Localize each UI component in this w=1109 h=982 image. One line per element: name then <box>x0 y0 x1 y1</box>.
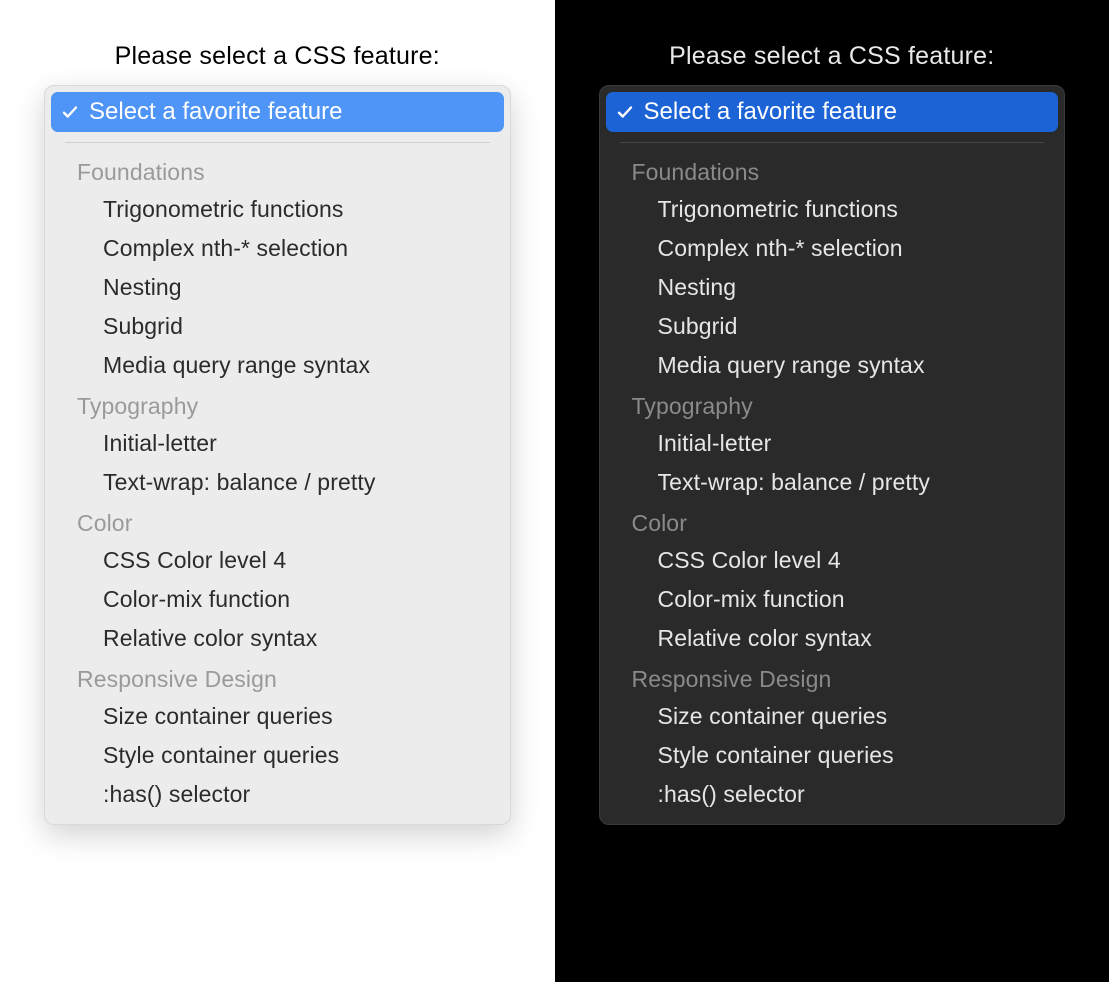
select-option[interactable]: CSS Color level 4 <box>606 541 1059 580</box>
check-icon <box>616 103 634 121</box>
selected-option-label: Select a favorite feature <box>644 98 897 126</box>
select-option[interactable]: Nesting <box>606 268 1059 307</box>
selected-option-row[interactable]: Select a favorite feature <box>606 92 1059 132</box>
select-option[interactable]: Color-mix function <box>606 580 1059 619</box>
select-option[interactable]: Text-wrap: balance / pretty <box>606 463 1059 502</box>
prompt-label: Please select a CSS feature: <box>669 42 994 71</box>
select-option[interactable]: Initial-letter <box>51 424 504 463</box>
select-dropdown-popup[interactable]: Select a favorite feature FoundationsTri… <box>599 85 1066 825</box>
select-option[interactable]: Relative color syntax <box>51 619 504 658</box>
separator <box>620 142 1045 143</box>
check-icon <box>61 103 79 121</box>
option-group-header: Typography <box>51 385 504 424</box>
select-option[interactable]: Size container queries <box>606 697 1059 736</box>
select-option[interactable]: Complex nth-* selection <box>606 229 1059 268</box>
select-option[interactable]: Text-wrap: balance / pretty <box>51 463 504 502</box>
select-option[interactable]: :has() selector <box>51 775 504 814</box>
select-option[interactable]: Complex nth-* selection <box>51 229 504 268</box>
selected-option-label: Select a favorite feature <box>89 98 342 126</box>
select-option[interactable]: Initial-letter <box>606 424 1059 463</box>
select-option[interactable]: Color-mix function <box>51 580 504 619</box>
option-group-header: Foundations <box>606 151 1059 190</box>
option-group-header: Color <box>51 502 504 541</box>
select-option[interactable]: Media query range syntax <box>606 346 1059 385</box>
option-group-header: Responsive Design <box>51 658 504 697</box>
select-option[interactable]: Trigonometric functions <box>606 190 1059 229</box>
option-group-header: Typography <box>606 385 1059 424</box>
option-groups-container: FoundationsTrigonometric functionsComple… <box>51 151 504 814</box>
select-option[interactable]: Size container queries <box>51 697 504 736</box>
select-option[interactable]: Style container queries <box>606 736 1059 775</box>
select-option[interactable]: :has() selector <box>606 775 1059 814</box>
option-group-header: Color <box>606 502 1059 541</box>
select-option[interactable]: Subgrid <box>51 307 504 346</box>
select-option[interactable]: Subgrid <box>606 307 1059 346</box>
select-dropdown-popup[interactable]: Select a favorite feature FoundationsTri… <box>44 85 511 825</box>
option-groups-container: FoundationsTrigonometric functionsComple… <box>606 151 1059 814</box>
select-option[interactable]: CSS Color level 4 <box>51 541 504 580</box>
option-group-header: Responsive Design <box>606 658 1059 697</box>
prompt-label: Please select a CSS feature: <box>115 42 440 71</box>
select-option[interactable]: Trigonometric functions <box>51 190 504 229</box>
option-group-header: Foundations <box>51 151 504 190</box>
select-option[interactable]: Relative color syntax <box>606 619 1059 658</box>
selected-option-row[interactable]: Select a favorite feature <box>51 92 504 132</box>
select-option[interactable]: Nesting <box>51 268 504 307</box>
separator <box>65 142 490 143</box>
select-option[interactable]: Media query range syntax <box>51 346 504 385</box>
dark-mode-panel: Please select a CSS feature: Select a fa… <box>555 0 1109 982</box>
select-option[interactable]: Style container queries <box>51 736 504 775</box>
light-mode-panel: Please select a CSS feature: Select a fa… <box>0 0 555 982</box>
